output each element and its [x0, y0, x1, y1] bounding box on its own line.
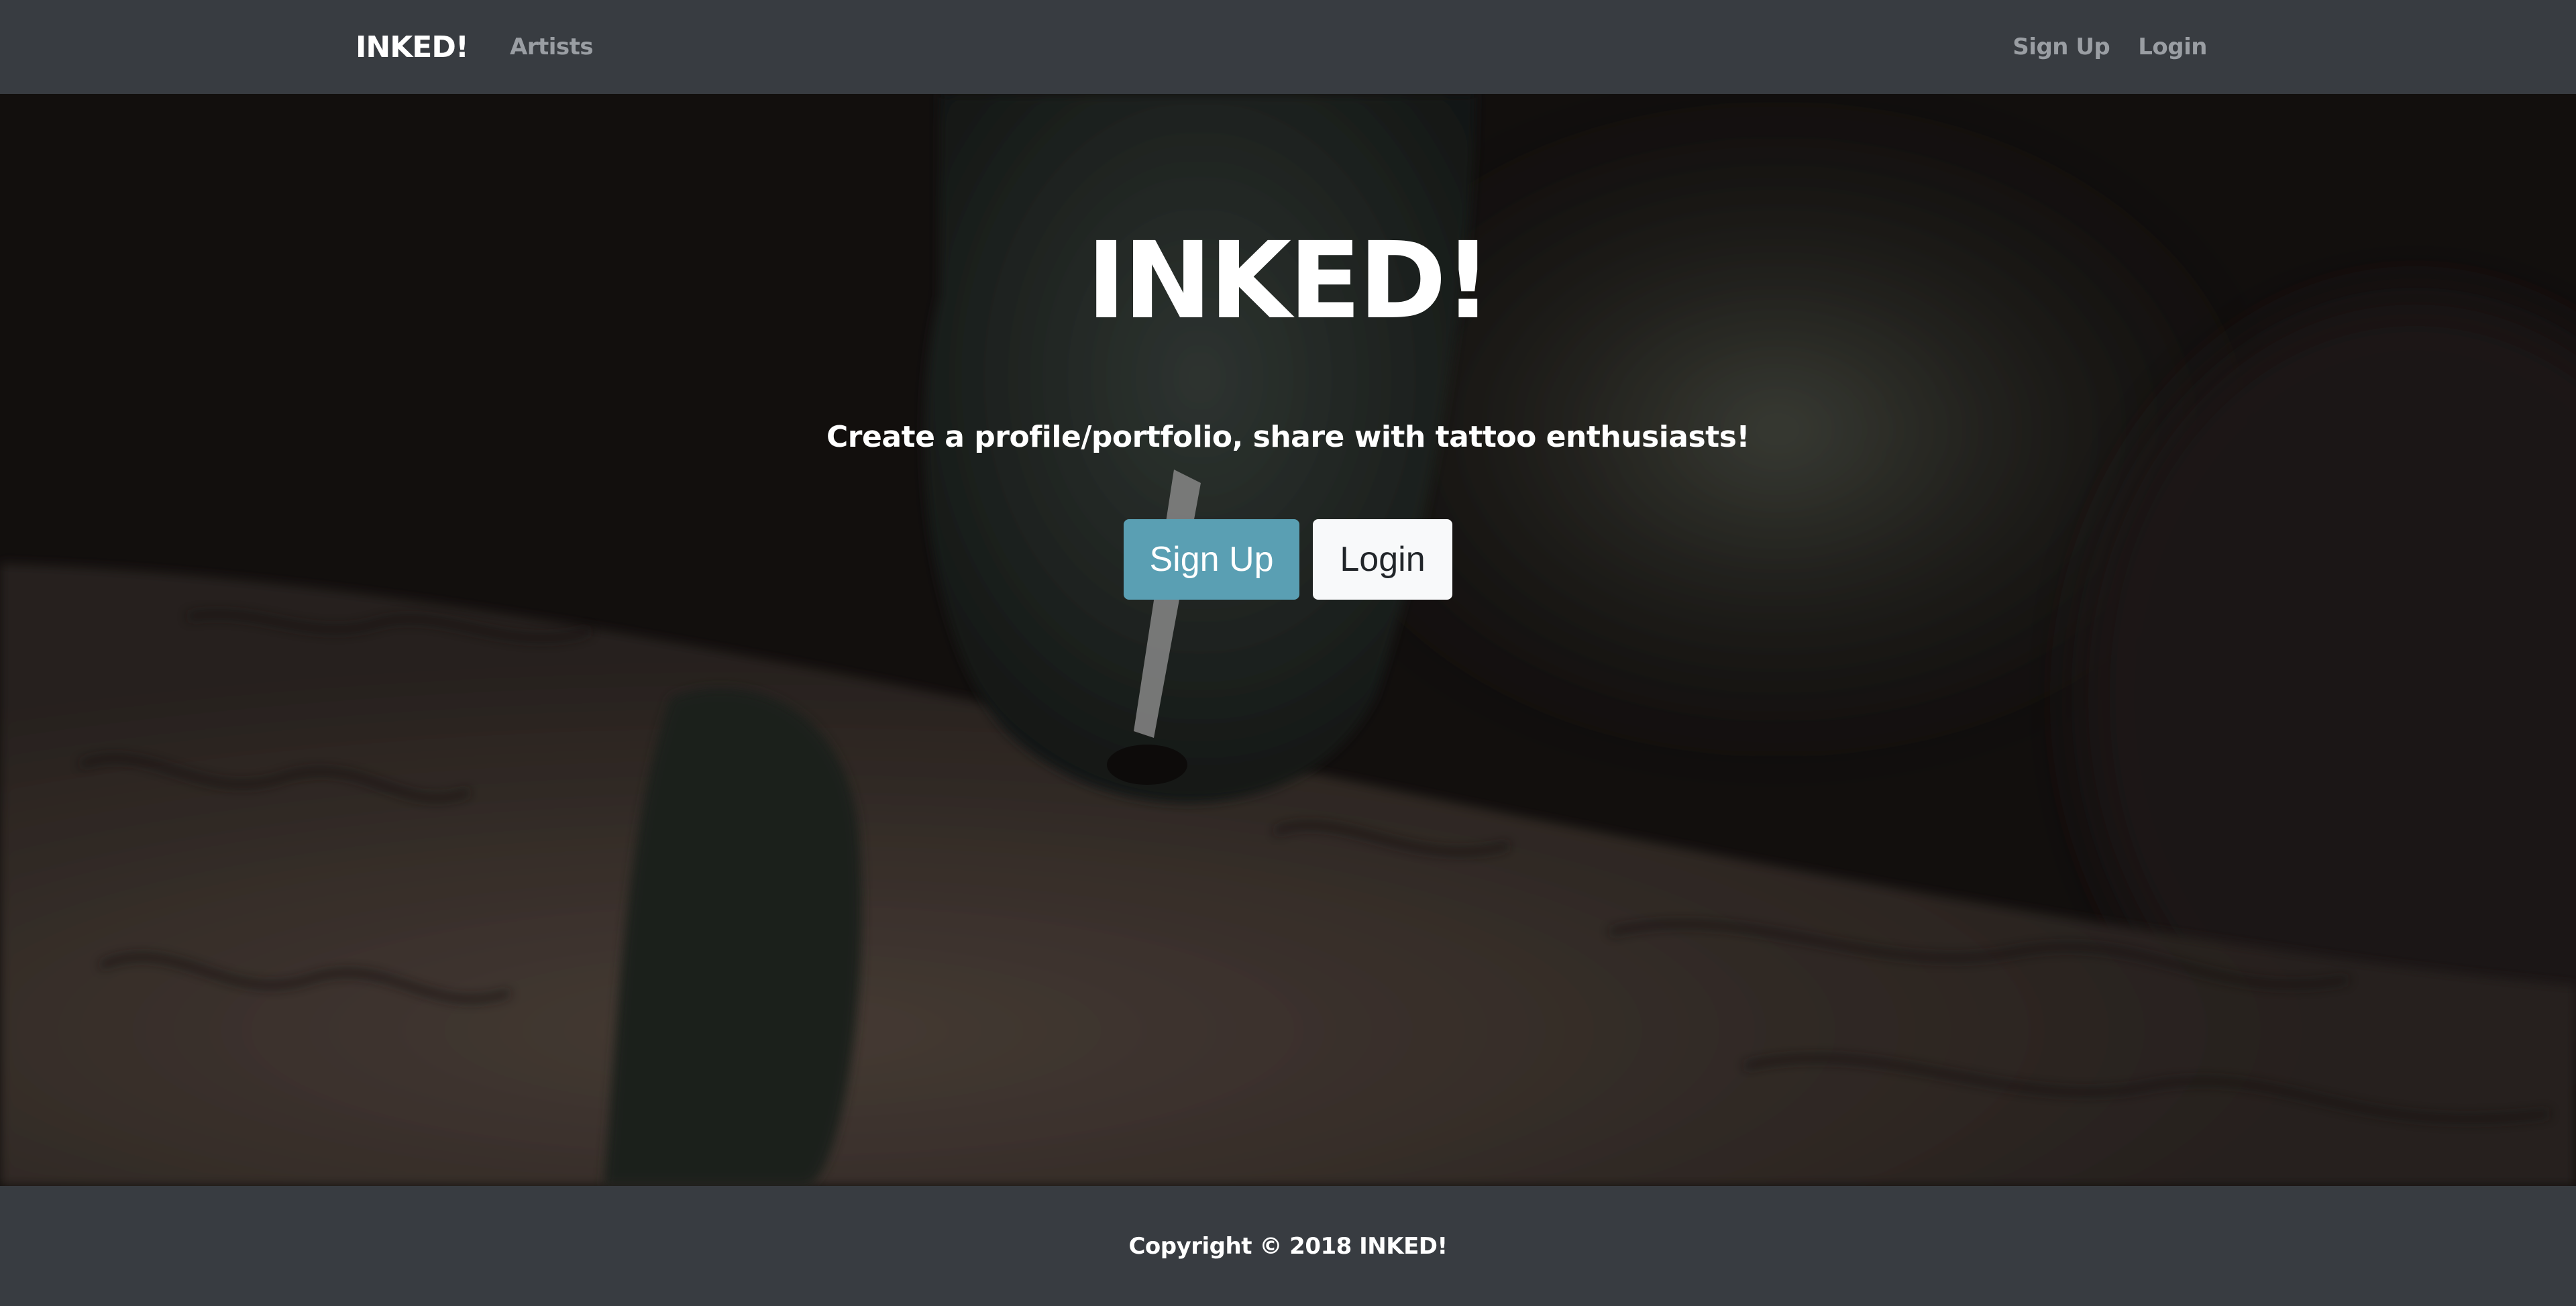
login-button[interactable]: Login	[1313, 519, 1452, 600]
page: INKED! Artists Sign Up Login INKED! Crea…	[0, 0, 2576, 1306]
nav-link-artists[interactable]: Artists	[510, 34, 594, 60]
navbar-left: INKED! Artists	[356, 30, 594, 64]
navbar-right: Sign Up Login	[1984, 34, 2207, 60]
footer-copyright: Copyright © 2018 INKED!	[1128, 1232, 1448, 1260]
navbar: INKED! Artists Sign Up Login	[0, 0, 2576, 94]
hero-content: INKED! Create a profile/portfolio, share…	[0, 94, 2576, 1186]
hero-title: INKED!	[1086, 219, 1493, 343]
hero-subtitle: Create a profile/portfolio, share with t…	[826, 420, 1750, 454]
brand-logo-link[interactable]: INKED!	[356, 30, 469, 64]
sign-up-button[interactable]: Sign Up	[1124, 519, 1299, 600]
footer: Copyright © 2018 INKED!	[0, 1186, 2576, 1306]
nav-link-login[interactable]: Login	[2138, 34, 2207, 60]
hero-section: INKED! Create a profile/portfolio, share…	[0, 94, 2576, 1186]
nav-link-sign-up[interactable]: Sign Up	[2012, 34, 2110, 60]
navbar-inner: INKED! Artists Sign Up Login	[356, 0, 2207, 94]
hero-buttons: Sign Up Login	[0, 519, 2576, 600]
